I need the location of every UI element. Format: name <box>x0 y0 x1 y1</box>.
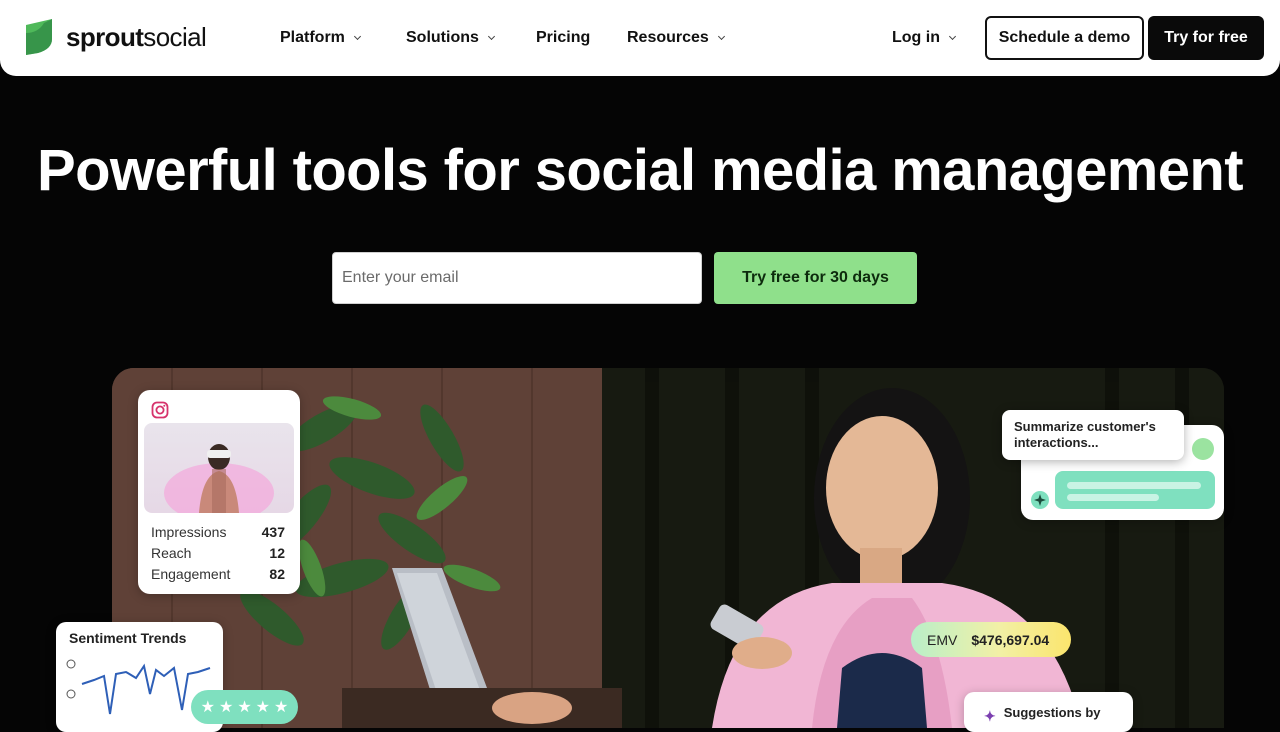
emv-badge: EMV $476,697.04 <box>911 622 1071 657</box>
login-menu[interactable]: Log in <box>892 28 957 48</box>
metric-impressions: Impressions 437 <box>151 523 285 541</box>
metric-engagement: Engagement 82 <box>151 565 285 583</box>
star-icon: ★ <box>218 699 234 716</box>
metric-value: 82 <box>269 566 285 582</box>
try-free-30-days-button[interactable]: Try free for 30 days <box>714 252 917 304</box>
nav-pricing[interactable]: Pricing <box>536 28 590 48</box>
login-label: Log in <box>892 29 940 46</box>
nav-pricing-label: Pricing <box>536 29 591 46</box>
nav-platform[interactable]: Platform <box>280 28 361 48</box>
hero-title: Powerful tools for social media manageme… <box>37 138 1244 203</box>
summarize-prompt-card: Summarize customer's interactions... <box>1002 410 1184 460</box>
nav-resources-label: Resources <box>627 29 709 46</box>
emv-value: $476,697.04 <box>971 631 1050 648</box>
suggestions-text: Suggestions by <box>1003 704 1101 720</box>
metric-label: Engagement <box>151 566 231 582</box>
nav-platform-label: Platform <box>280 29 345 46</box>
schedule-demo-button[interactable]: Schedule a demo <box>985 16 1144 60</box>
chevron-down-icon <box>948 32 957 40</box>
star-rating: ★ ★ ★ ★ ★ <box>191 690 298 724</box>
metric-value: 12 <box>269 545 285 561</box>
nav-solutions-label: Solutions <box>406 29 479 46</box>
instagram-icon <box>151 401 169 419</box>
metric-reach: Reach 12 <box>151 544 285 562</box>
sentiment-trends-title: Sentiment Trends <box>69 630 187 646</box>
metric-value: 437 <box>261 524 285 540</box>
instagram-post-image <box>144 423 294 513</box>
emv-label: EMV <box>927 631 958 648</box>
chevron-down-icon <box>353 32 361 40</box>
sprout-logo-icon <box>26 19 52 55</box>
try-for-free-button[interactable]: Try for free <box>1148 16 1264 60</box>
sparkle-icon: ✦ <box>984 707 996 724</box>
email-input[interactable] <box>332 252 702 304</box>
suggestions-card: ✦ Suggestions by <box>964 692 1133 732</box>
chevron-down-icon <box>717 32 725 40</box>
nav-resources[interactable]: Resources <box>627 28 725 48</box>
star-icon: ★ <box>237 699 252 716</box>
star-icon: ★ <box>255 699 271 716</box>
star-icon: ★ <box>274 699 289 716</box>
nav-solutions[interactable]: Solutions <box>406 28 495 48</box>
chevron-down-icon <box>487 32 495 40</box>
site-header: sproutsocial Platform Solutions Pricing … <box>0 0 1280 76</box>
metric-label: Impressions <box>151 524 227 540</box>
sprout-social-logo[interactable]: sproutsocial <box>24 19 207 55</box>
instagram-post-card: Impressions 437 Reach 12 Engagement 82 <box>138 390 300 594</box>
logo-wordmark: sproutsocial <box>66 22 207 52</box>
star-icon: ★ <box>200 699 215 716</box>
metric-label: Reach <box>151 545 192 561</box>
